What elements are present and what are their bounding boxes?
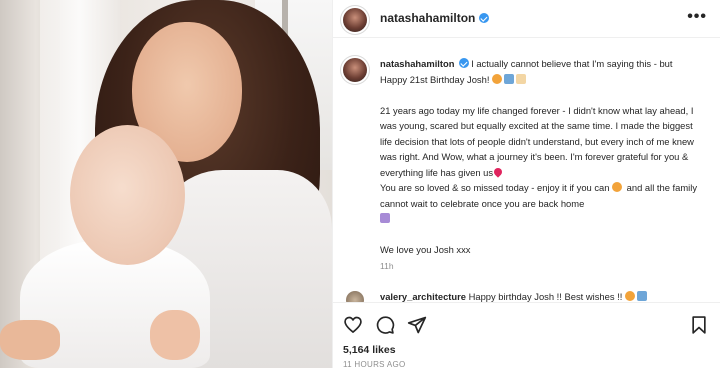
party-face-emoji-icon xyxy=(624,291,635,301)
author-username-row[interactable]: natashahamilton xyxy=(380,11,490,25)
post-side-panel: natashahamilton ••• natashahamilton I ac… xyxy=(332,0,720,368)
post-time-ago: 11 HOURS AGO xyxy=(343,360,406,368)
post-photo[interactable] xyxy=(0,0,332,368)
caption-paragraph-4: We love you Josh xxx xyxy=(380,244,471,255)
party-popper-emoji-icon xyxy=(504,73,515,84)
author-username[interactable]: natashahamilton xyxy=(380,11,475,25)
caption-timestamp[interactable]: 11h xyxy=(380,261,394,271)
bookmark-icon[interactable] xyxy=(689,315,709,335)
party-face-emoji-icon xyxy=(492,73,503,84)
red-heart-emoji-icon xyxy=(492,165,504,178)
post-header: natashahamilton ••• xyxy=(333,0,720,38)
photo-hand xyxy=(150,310,200,360)
verified-badge-icon xyxy=(479,13,490,23)
more-options-icon[interactable]: ••• xyxy=(687,9,707,25)
share-icon[interactable] xyxy=(407,315,427,335)
caption-paragraph-2: 21 years ago today my life changed forev… xyxy=(380,104,694,178)
likes-count[interactable]: 5,164 likes xyxy=(343,344,396,356)
action-bar xyxy=(333,302,720,342)
commenter-username[interactable]: valery_architecture xyxy=(380,291,466,302)
photo-hand xyxy=(0,320,60,360)
cake-emoji-icon xyxy=(516,73,527,84)
author-avatar[interactable] xyxy=(343,8,367,32)
caption-avatar[interactable] xyxy=(343,58,367,82)
caption-username[interactable]: natashahamilton xyxy=(380,58,455,69)
comment-row: valery_architecture Happy birthday Josh … xyxy=(333,286,720,302)
comment-icon[interactable] xyxy=(375,315,395,335)
post-caption: natashahamilton I actually cannot believ… xyxy=(333,38,720,286)
caption-text: natashahamilton I actually cannot believ… xyxy=(380,56,702,258)
heart-icon[interactable] xyxy=(343,315,363,335)
family-emoji-icon xyxy=(380,213,390,223)
smiling-hearts-emoji-icon xyxy=(612,182,623,192)
verified-badge-icon xyxy=(458,58,469,68)
comment-body: Happy birthday Josh !! Best wishes !! xyxy=(466,291,625,302)
comment-text: valery_architecture Happy birthday Josh … xyxy=(380,291,649,302)
party-popper-emoji-icon xyxy=(636,291,647,301)
photo-baby-head xyxy=(70,125,185,265)
commenter-avatar[interactable] xyxy=(346,291,364,302)
caption-paragraph-3a: You are so loved & so missed today - enj… xyxy=(380,182,613,193)
